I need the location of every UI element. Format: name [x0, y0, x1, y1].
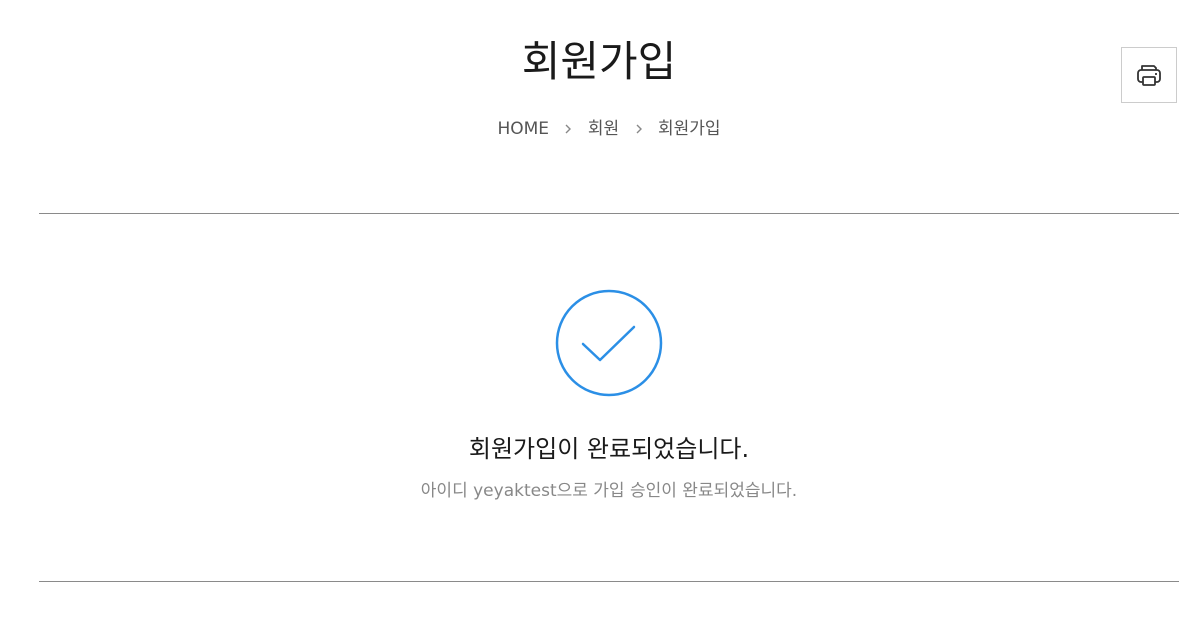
divider-top — [39, 213, 1179, 214]
result-title: 회원가입이 완료되었습니다. — [468, 435, 750, 463]
breadcrumb-signup[interactable]: 회원가입 — [658, 117, 721, 141]
chevron-right-icon — [636, 124, 642, 134]
divider-bottom — [39, 581, 1179, 582]
page: 회원가입 HOME 회원 회원가입 회원가입이 완료되었습니다. 아이디 yey… — [0, 0, 1198, 618]
check-circle-icon — [555, 289, 663, 397]
breadcrumb: HOME 회원 회원가입 — [0, 117, 1198, 141]
printer-icon — [1137, 65, 1161, 86]
print-button[interactable] — [1121, 47, 1177, 103]
chevron-right-icon — [565, 124, 572, 134]
breadcrumb-home[interactable]: HOME — [497, 117, 549, 141]
breadcrumb-member[interactable]: 회원 — [588, 117, 619, 141]
page-title: 회원가입 — [521, 37, 677, 86]
result-description: 아이디 yeyaktest으로 가입 승인이 완료되었습니다. — [420, 481, 798, 501]
